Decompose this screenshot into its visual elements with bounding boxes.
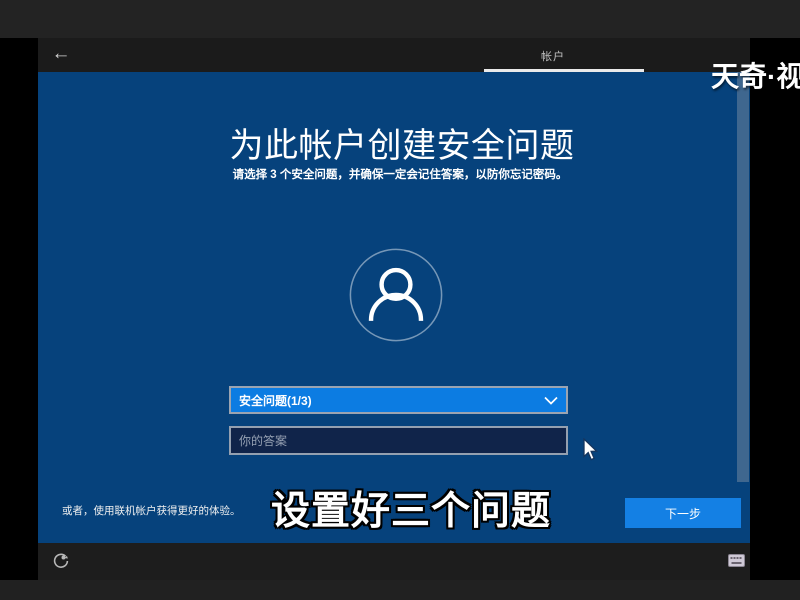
answer-input[interactable] <box>229 426 568 455</box>
tab-account: 帐户 <box>541 48 565 64</box>
back-arrow-icon: ← <box>52 43 71 64</box>
chevron-down-icon <box>544 396 558 405</box>
dropdown-selected-value: 安全问题(1/3) <box>239 392 544 409</box>
ease-of-access-icon[interactable] <box>52 552 70 570</box>
window-titlebar: ← 帐户 <box>38 38 750 72</box>
touch-keyboard-icon[interactable] <box>728 554 745 567</box>
window-bottom-bar <box>38 543 750 580</box>
page-subtitle: 请选择 3 个安全问题，并确保一定会记住答案，以防你忘记密码。 <box>44 166 756 182</box>
bottom-letterbox-strip <box>0 580 800 600</box>
user-avatar-icon <box>348 247 444 343</box>
next-button[interactable]: 下一步 <box>625 498 741 528</box>
oobe-screen: ← 帐户 为此帐户创建安全问题 请选择 3 个安全问题，并确保一定会记住答案，以… <box>0 0 800 600</box>
security-question-dropdown[interactable]: 安全问题(1/3) <box>229 386 568 414</box>
setup-panel: 为此帐户创建安全问题 请选择 3 个安全问题，并确保一定会记住答案，以防你忘记密… <box>38 72 750 543</box>
back-button[interactable]: ← <box>48 41 74 67</box>
channel-watermark: 天奇·视 <box>711 55 800 95</box>
top-letterbox-strip <box>0 0 800 38</box>
mouse-cursor-arrow <box>583 438 601 467</box>
page-title: 为此帐户创建安全问题 <box>46 118 758 167</box>
